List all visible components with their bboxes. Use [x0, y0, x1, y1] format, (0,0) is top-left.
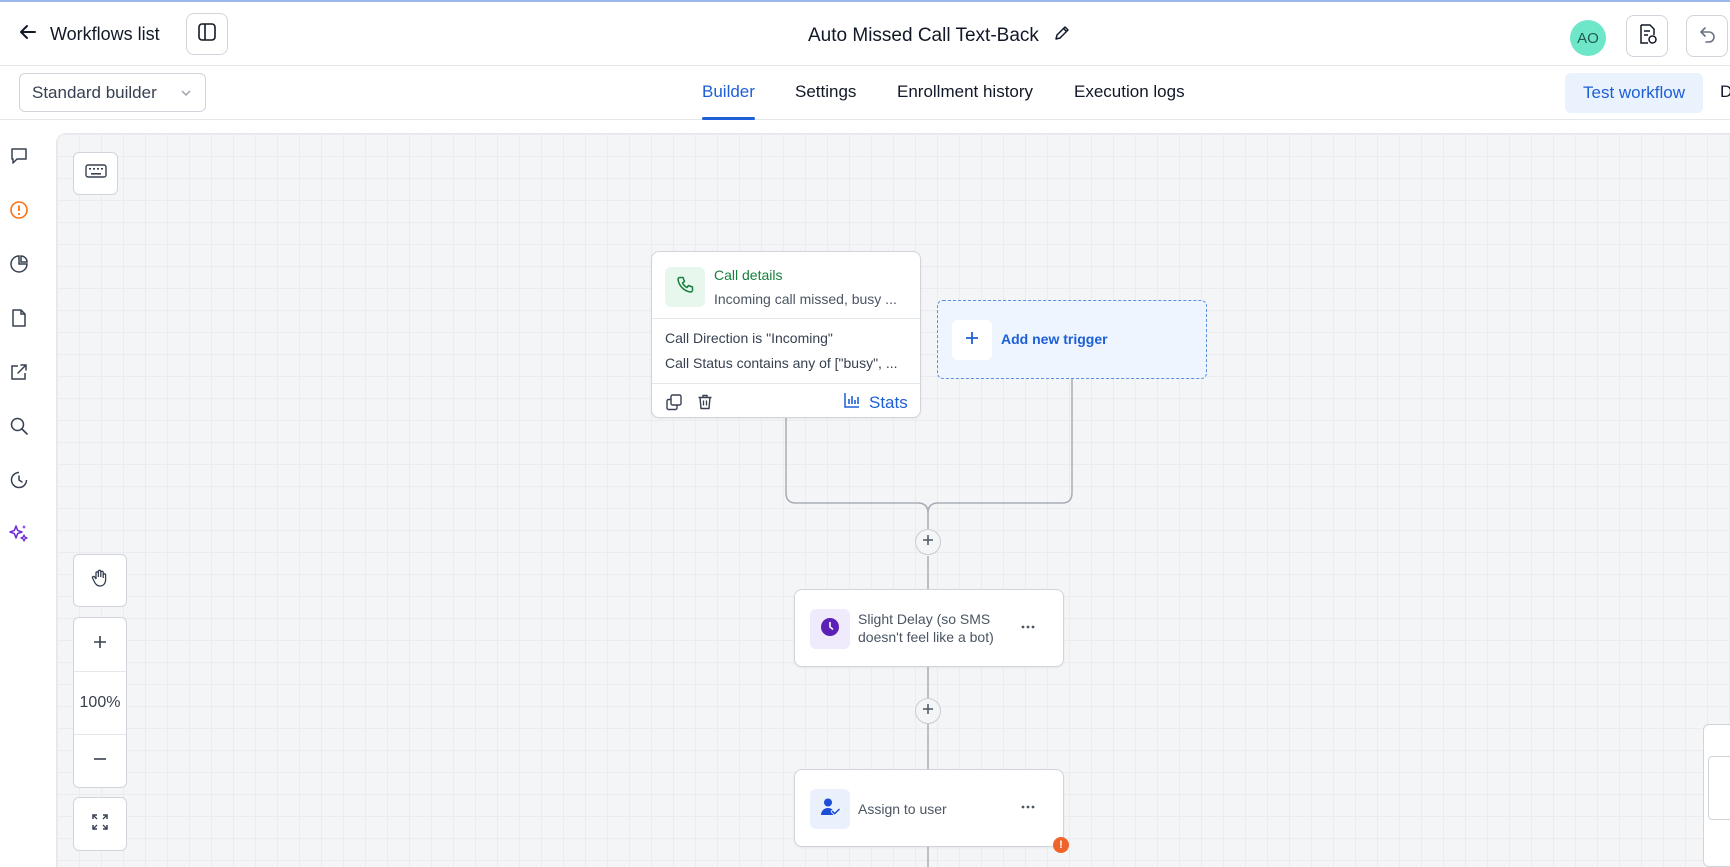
sidebar-toggle-icon	[197, 22, 217, 47]
copy-icon[interactable]	[665, 393, 683, 416]
warning-badge[interactable]: !	[1053, 837, 1069, 853]
keyboard-icon	[84, 163, 107, 184]
more-options-icon[interactable]	[1020, 619, 1036, 640]
zoom-controls: 100%	[73, 617, 127, 788]
expand-icon	[91, 813, 109, 836]
trigger-condition: Call Direction is "Incoming"	[665, 330, 833, 346]
workflow-title-group: Auto Missed Call Text-Back	[808, 24, 1071, 47]
zoom-in-button[interactable]	[74, 618, 126, 671]
zoom-out-button[interactable]	[74, 735, 126, 787]
plus-icon	[964, 330, 980, 351]
add-step-button[interactable]	[915, 698, 941, 724]
zoom-level: 100%	[79, 694, 121, 711]
action-icon-box	[810, 609, 850, 649]
undo-button[interactable]	[1686, 15, 1728, 57]
add-trigger-icon-box	[952, 320, 992, 360]
tab-enrollment-history[interactable]: Enrollment history	[897, 82, 1033, 102]
hand-icon	[90, 568, 110, 593]
external-link-icon[interactable]	[8, 361, 30, 383]
arrow-left-icon	[18, 22, 38, 47]
workflow-canvas[interactable]	[56, 133, 1730, 867]
fit-view-button[interactable]	[73, 797, 127, 851]
user-avatar[interactable]: AO	[1570, 20, 1606, 56]
file-icon[interactable]	[8, 307, 30, 329]
plus-icon	[922, 702, 934, 720]
workflow-document-button[interactable]	[1626, 15, 1668, 57]
add-trigger-label: Add new trigger	[1001, 331, 1108, 347]
top-bar: Workflows list Auto Missed Call Text-Bac…	[0, 2, 1730, 66]
action-label: Assign to user	[858, 801, 947, 817]
alert-circle-icon[interactable]	[8, 199, 30, 221]
active-tab-indicator	[702, 117, 755, 120]
chevron-down-icon	[179, 85, 193, 105]
builder-mode-value: Standard builder	[32, 82, 157, 102]
workflow-title: Auto Missed Call Text-Back	[808, 24, 1039, 46]
trigger-title: Call details	[714, 267, 783, 283]
collapsed-side-panel[interactable]	[1703, 724, 1730, 867]
sub-bar: Standard builder Builder Settings Enroll…	[0, 66, 1730, 120]
back-to-workflows-link[interactable]: Workflows list	[18, 22, 160, 47]
more-options-icon[interactable]	[1020, 799, 1036, 820]
phone-icon	[675, 275, 695, 300]
bar-chart-icon	[843, 391, 861, 414]
document-refresh-icon	[1636, 23, 1658, 50]
zoom-level-display: 100%	[74, 672, 126, 734]
trigger-condition: Call Status contains any of ["busy", ...	[665, 355, 898, 371]
back-label: Workflows list	[50, 24, 160, 44]
tab-builder[interactable]: Builder	[702, 82, 755, 102]
trash-icon[interactable]	[696, 393, 714, 416]
trigger-card-call-details[interactable]: Call details Incoming call missed, busy …	[651, 251, 921, 418]
stats-label: Stats	[869, 392, 908, 412]
trigger-card-footer: Stats	[652, 383, 920, 418]
side-panel-handle[interactable]	[1708, 756, 1730, 820]
pencil-icon[interactable]	[1053, 24, 1071, 47]
stats-button[interactable]: Stats	[843, 391, 908, 414]
trigger-card-header: Call details Incoming call missed, busy …	[652, 252, 920, 319]
add-new-trigger-button[interactable]: Add new trigger	[937, 300, 1207, 379]
trigger-icon-box	[665, 267, 705, 307]
history-icon[interactable]	[8, 469, 30, 491]
workflow-builder-app: Workflows list Auto Missed Call Text-Bac…	[0, 0, 1730, 867]
test-workflow-button[interactable]: Test workflow	[1565, 73, 1703, 113]
add-step-button[interactable]	[915, 529, 941, 555]
action-icon-box	[810, 789, 850, 829]
user-assign-icon	[819, 796, 841, 823]
undo-icon	[1697, 24, 1717, 49]
left-rail	[0, 121, 56, 867]
tab-settings[interactable]: Settings	[795, 82, 856, 102]
action-label: Slight Delay (so SMS	[858, 611, 991, 627]
action-card-slight-delay[interactable]: Slight Delay (so SMS doesn't feel like a…	[794, 589, 1064, 667]
clock-icon	[819, 616, 841, 643]
builder-mode-select[interactable]: Standard builder	[19, 73, 206, 112]
keyboard-shortcuts-button[interactable]	[73, 152, 118, 195]
sparkle-icon[interactable]	[8, 523, 30, 545]
minus-icon	[92, 751, 108, 772]
plus-icon	[92, 634, 108, 655]
cut-off-tab[interactable]: D	[1720, 82, 1730, 102]
plus-icon	[922, 533, 934, 551]
pie-chart-icon[interactable]	[8, 253, 30, 275]
tab-execution-logs[interactable]: Execution logs	[1074, 82, 1185, 102]
pan-tool-button[interactable]	[73, 554, 127, 607]
chat-icon[interactable]	[8, 145, 30, 167]
action-label-line2: doesn't feel like a bot)	[858, 629, 994, 645]
toggle-sidebar-button[interactable]	[186, 13, 228, 55]
trigger-subtitle: Incoming call missed, busy ...	[714, 291, 897, 307]
search-icon[interactable]	[8, 415, 30, 437]
action-card-assign-to-user[interactable]: Assign to user	[794, 769, 1064, 847]
